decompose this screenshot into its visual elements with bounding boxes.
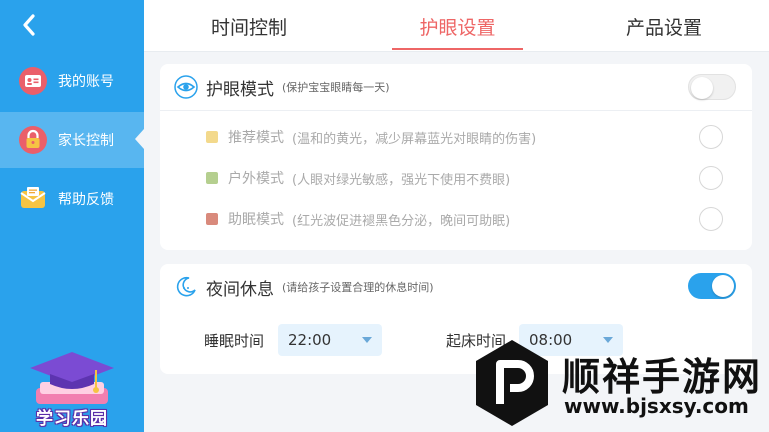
- sidebar-item-help-feedback[interactable]: 帮助反馈: [0, 171, 144, 227]
- sidebar-item-label: 家长控制: [58, 133, 114, 149]
- eye-mode-header: 护眼模式 (保护宝宝眼睛每一天): [160, 64, 752, 110]
- sleep-time-select[interactable]: 22:00: [278, 324, 382, 356]
- mode-radio-recommended[interactable]: [699, 125, 723, 149]
- mode-name: 助眠模式: [228, 212, 284, 228]
- sidebar-item-label: 我的账号: [58, 74, 114, 90]
- night-rest-subtitle: (请给孩子设置合理的休息时间): [282, 281, 434, 294]
- watermark-title: 顺祥手游网: [562, 355, 763, 399]
- watermark-url: www.bjsxsy.com: [564, 394, 749, 418]
- eye-mode-title: 护眼模式: [206, 79, 274, 100]
- account-card-icon: [18, 66, 48, 96]
- back-button[interactable]: [14, 10, 44, 40]
- night-rest-toggle[interactable]: [688, 273, 736, 299]
- active-item-pointer: [135, 129, 144, 149]
- sidebar: 我的账号 家长控制 帮助反馈 学习乐园: [0, 0, 144, 432]
- mode-name: 户外模式: [228, 171, 284, 187]
- mode-description: (温和的黄光，减少屏幕蓝光对眼睛的伤害): [292, 131, 537, 147]
- tab-product-settings[interactable]: 产品设置: [599, 0, 729, 52]
- mode-description: (人眼对绿光敏感，强光下使用不费眼): [292, 172, 511, 188]
- eye-mode-toggle[interactable]: [688, 74, 736, 100]
- toggle-knob: [712, 275, 734, 297]
- sleep-time-label: 睡眠时间: [204, 331, 265, 350]
- moon-icon: [174, 275, 198, 299]
- color-swatch-red: [206, 213, 218, 225]
- mode-name: 推荐模式: [228, 130, 284, 146]
- mascot-badge: 学习乐园: [22, 348, 122, 432]
- color-swatch-green: [206, 172, 218, 184]
- mode-row-outdoor[interactable]: 户外模式 (人眼对绿光敏感，强光下使用不费眼): [160, 158, 752, 198]
- sidebar-item-label: 帮助反馈: [58, 192, 114, 208]
- site-watermark: 顺祥手游网 www.bjsxsy.com: [474, 338, 769, 432]
- mode-radio-outdoor[interactable]: [699, 166, 723, 190]
- sidebar-item-account[interactable]: 我的账号: [0, 53, 144, 109]
- chevron-left-icon: [23, 14, 35, 36]
- watermark-logo-icon: [476, 340, 548, 426]
- active-tab-indicator: [392, 48, 523, 50]
- lock-icon: [18, 125, 48, 155]
- tab-time-control[interactable]: 时间控制: [184, 0, 314, 52]
- sleep-time-value: 22:00: [288, 331, 332, 349]
- mail-icon: [18, 184, 48, 214]
- mode-row-sleep-aid[interactable]: 助眠模式 (红光波促进褪黑色分泌，晚间可助眠): [160, 199, 752, 239]
- tab-eye-protection[interactable]: 护眼设置: [392, 0, 523, 52]
- mode-description: (红光波促进褪黑色分泌，晚间可助眠): [292, 213, 511, 229]
- card-divider: [160, 110, 752, 111]
- caret-down-icon: [362, 337, 372, 343]
- night-rest-title: 夜间休息: [206, 279, 274, 300]
- mode-radio-sleep-aid[interactable]: [699, 207, 723, 231]
- toggle-knob: [691, 77, 713, 99]
- mascot-label: 学习乐园: [36, 409, 108, 429]
- eye-mode-subtitle: (保护宝宝眼睛每一天): [282, 81, 390, 94]
- tab-bar: 时间控制 护眼设置 产品设置: [144, 0, 769, 52]
- night-rest-header: 夜间休息 (请给孩子设置合理的休息时间): [160, 264, 752, 310]
- color-swatch-yellow: [206, 131, 218, 143]
- sidebar-item-parental-control[interactable]: 家长控制: [0, 112, 144, 168]
- eye-icon: [174, 75, 198, 99]
- eye-mode-card: 护眼模式 (保护宝宝眼睛每一天) 推荐模式 (温和的黄光，减少屏幕蓝光对眼睛的伤…: [160, 64, 752, 250]
- mode-row-recommended[interactable]: 推荐模式 (温和的黄光，减少屏幕蓝光对眼睛的伤害): [160, 117, 752, 157]
